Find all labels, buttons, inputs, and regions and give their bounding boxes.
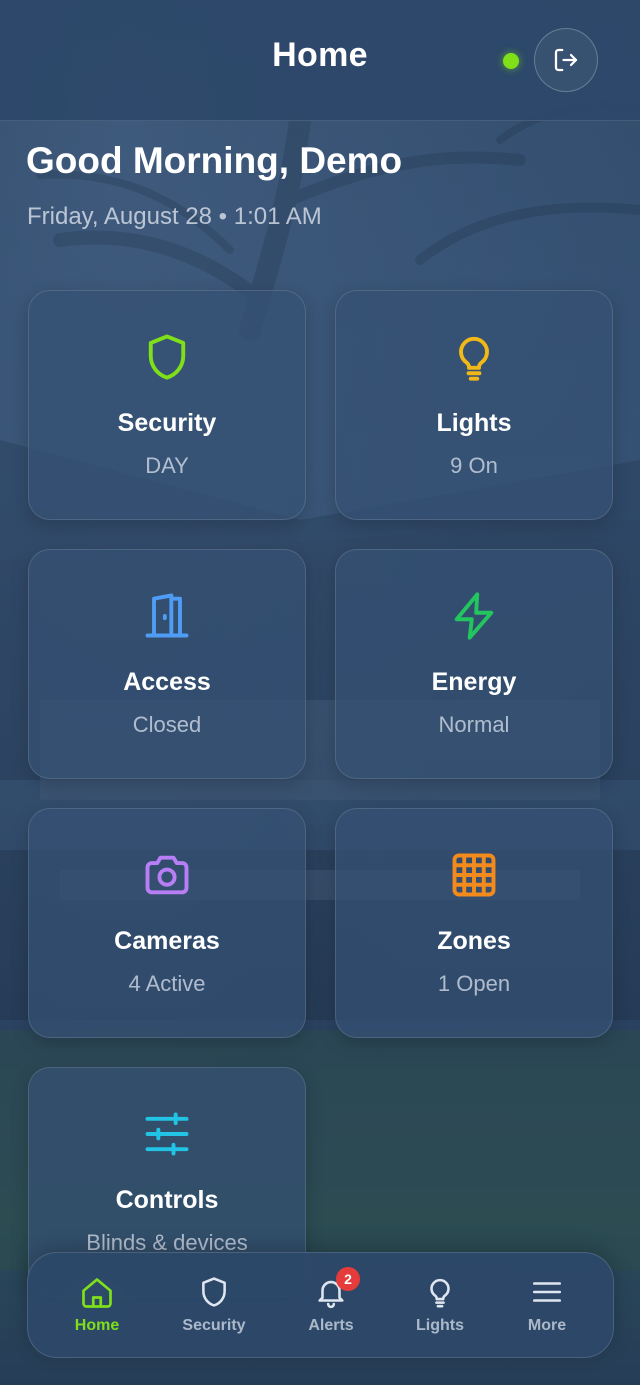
tile-title: Zones (437, 927, 511, 955)
greeting-heading: Good Morning, Demo (26, 140, 403, 181)
nav-label: Security (182, 1317, 246, 1334)
alerts-count-badge: 2 (336, 1267, 360, 1291)
tile-title: Access (123, 668, 211, 696)
nav-label: More (527, 1317, 567, 1334)
tile-access[interactable]: Access Closed (28, 549, 306, 779)
logout-icon (554, 48, 578, 72)
shield-icon (202, 1277, 226, 1307)
tile-security[interactable]: Security DAY (28, 290, 306, 520)
logout-button[interactable] (534, 28, 598, 92)
home-icon (82, 1278, 112, 1308)
tile-energy[interactable]: Energy Normal (335, 549, 613, 779)
nav-item-lights[interactable]: Lights (390, 1253, 490, 1357)
tile-title: Controls (115, 1186, 219, 1214)
bottom-navigation: Home Security Alerts Lights More (27, 1252, 614, 1358)
nav-label: Lights (416, 1317, 464, 1334)
lightning-icon (454, 592, 494, 640)
tile-status: DAY (145, 453, 189, 478)
menu-icon (532, 1282, 562, 1302)
tile-status: 1 Open (437, 971, 511, 996)
date-time-line: Friday, August 28 • 1:01 AM (27, 203, 322, 230)
lightbulb-icon (430, 1278, 450, 1308)
tile-zones[interactable]: Zones 1 Open (335, 808, 613, 1038)
tile-status: Closed (132, 712, 202, 737)
nav-item-home[interactable]: Home (47, 1253, 147, 1357)
tile-status: 4 Active (128, 971, 206, 996)
camera-icon (145, 855, 189, 895)
top-app-bar: Home (0, 0, 640, 121)
lightbulb-icon (459, 336, 489, 381)
nav-label: Home (74, 1317, 120, 1334)
tile-title: Energy (431, 668, 517, 696)
shield-icon (148, 334, 186, 380)
tile-status: 9 On (450, 453, 498, 478)
tile-title: Lights (436, 409, 512, 437)
sliders-icon (145, 1112, 189, 1156)
nav-item-security[interactable]: Security (164, 1253, 264, 1357)
tile-title: Security (117, 409, 217, 437)
nav-label: Alerts (308, 1317, 354, 1334)
tile-lights[interactable]: Lights 9 On (335, 290, 613, 520)
connection-status-indicator (503, 53, 519, 69)
nav-item-more[interactable]: More (497, 1253, 597, 1357)
tile-cameras[interactable]: Cameras 4 Active (28, 808, 306, 1038)
nav-item-alerts[interactable]: Alerts (281, 1253, 381, 1357)
tile-status: Normal (438, 712, 510, 737)
door-icon (145, 593, 189, 638)
tile-title: Cameras (114, 927, 220, 955)
grid-icon (452, 853, 496, 897)
